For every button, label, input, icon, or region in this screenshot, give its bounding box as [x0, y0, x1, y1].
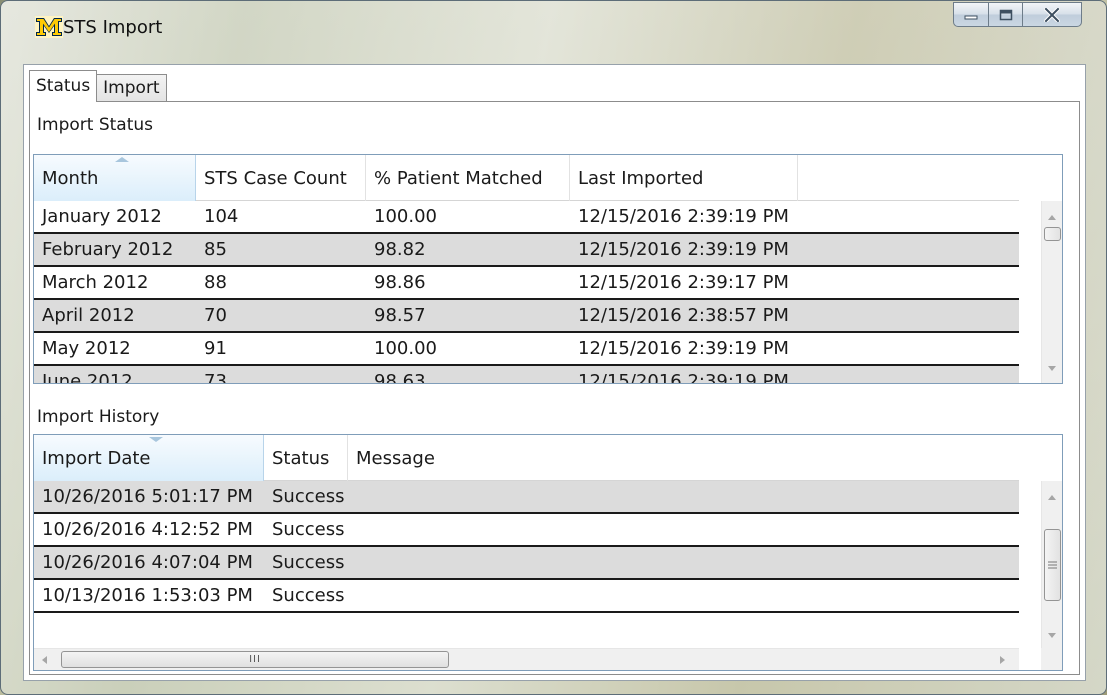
sort-descending-icon — [148, 437, 163, 442]
tab-status[interactable]: Status — [29, 70, 98, 102]
cell-month: March 2012 — [42, 272, 149, 293]
table-row[interactable]: 10/13/2016 1:53:03 PM Success — [34, 580, 1019, 613]
grip-icon — [1048, 561, 1057, 569]
window-title: STS Import — [63, 17, 163, 38]
column-header-status[interactable]: Status — [264, 435, 348, 481]
cell-patient-matched: 100.00 — [374, 206, 437, 227]
cell-case-count: 104 — [204, 206, 239, 227]
cell-message — [362, 580, 1012, 611]
cell-import-date: 10/13/2016 1:53:03 PM — [42, 585, 253, 606]
cell-message — [362, 514, 1012, 545]
import-status-rows: January 2012 104 100.00 12/15/2016 2:39:… — [34, 201, 1019, 384]
import-history-horizontal-scrollbar[interactable]: III — [34, 648, 1019, 670]
column-header-case-count[interactable]: STS Case Count — [196, 155, 366, 201]
title-bar[interactable]: STS Import — [1, 1, 1106, 41]
cell-last-imported: 12/15/2016 2:39:19 PM — [578, 338, 789, 359]
import-history-label: Import History — [37, 407, 160, 427]
scroll-up-icon[interactable] — [1048, 215, 1056, 220]
cell-import-date: 10/26/2016 4:07:04 PM — [42, 552, 253, 573]
table-row[interactable]: May 2012 91 100.00 12/15/2016 2:39:19 PM — [34, 333, 1019, 366]
scroll-thumb[interactable] — [1044, 529, 1061, 601]
sort-ascending-icon — [114, 157, 129, 162]
import-status-grid: Month STS Case Count % Patient Matched L… — [33, 154, 1063, 384]
maximize-icon — [999, 9, 1012, 20]
cell-case-count: 91 — [204, 338, 227, 359]
cell-import-date: 10/26/2016 4:12:52 PM — [42, 519, 253, 540]
table-row[interactable]: 10/26/2016 5:01:17 PM Success — [34, 481, 1019, 514]
minimize-icon — [964, 15, 978, 19]
cell-month: June 2012 — [42, 371, 133, 384]
cell-month: April 2012 — [42, 305, 135, 326]
cell-month: February 2012 — [42, 239, 174, 260]
cell-last-imported: 12/15/2016 2:39:19 PM — [578, 239, 789, 260]
table-row[interactable]: 10/26/2016 4:12:52 PM Success — [34, 514, 1019, 547]
import-history-vertical-scrollbar[interactable] — [1041, 481, 1062, 648]
tab-import[interactable]: Import — [96, 74, 167, 102]
import-status-vertical-scrollbar[interactable] — [1041, 201, 1062, 383]
column-header-month[interactable]: Month — [34, 155, 196, 201]
close-button[interactable] — [1022, 2, 1082, 27]
column-header-month-label: Month — [42, 168, 99, 189]
cell-last-imported: 12/15/2016 2:39:17 PM — [578, 272, 789, 293]
cell-case-count: 88 — [204, 272, 227, 293]
cell-last-imported: 12/15/2016 2:38:57 PM — [578, 305, 789, 326]
cell-patient-matched: 98.57 — [374, 305, 426, 326]
column-header-filler — [798, 155, 1019, 201]
close-icon — [1044, 7, 1060, 22]
scroll-down-icon[interactable] — [1048, 633, 1056, 638]
cell-patient-matched: 100.00 — [374, 338, 437, 359]
cell-status: Success — [272, 585, 345, 606]
import-history-rows: 10/26/2016 5:01:17 PM Success 10/26/2016… — [34, 481, 1019, 649]
cell-month: January 2012 — [42, 206, 162, 227]
caption-buttons — [953, 2, 1082, 27]
column-header-last-imported[interactable]: Last Imported — [570, 155, 798, 201]
column-header-import-date[interactable]: Import Date — [34, 435, 264, 481]
maximize-button[interactable] — [988, 2, 1022, 27]
scrollbar-corner — [1041, 648, 1062, 670]
scroll-down-icon[interactable] — [1048, 366, 1056, 371]
scroll-left-icon[interactable] — [42, 656, 47, 664]
block-m-logo-icon — [34, 14, 64, 40]
cell-status: Success — [272, 552, 345, 573]
column-header-import-date-label: Import Date — [42, 448, 151, 469]
scroll-up-icon[interactable] — [1048, 495, 1056, 500]
cell-message — [362, 547, 1012, 578]
table-row[interactable]: March 2012 88 98.86 12/15/2016 2:39:17 P… — [34, 267, 1019, 300]
import-history-grid: Import Date Status Message 10/26/2016 5:… — [33, 434, 1063, 671]
table-row[interactable]: February 2012 85 98.82 12/15/2016 2:39:1… — [34, 234, 1019, 267]
cell-import-date: 10/26/2016 5:01:17 PM — [42, 486, 253, 507]
scroll-thumb[interactable] — [1044, 227, 1061, 241]
column-header-patient-matched[interactable]: % Patient Matched — [366, 155, 570, 201]
cell-status: Success — [272, 519, 345, 540]
tab-strip: Status Import — [29, 70, 167, 102]
cell-last-imported: 12/15/2016 2:39:19 PM — [578, 371, 789, 384]
import-history-header: Import Date Status Message — [34, 435, 1019, 481]
table-row[interactable]: 10/26/2016 4:07:04 PM Success — [34, 547, 1019, 580]
column-header-message[interactable]: Message — [348, 435, 1019, 481]
cell-message — [362, 481, 1012, 512]
scroll-right-icon[interactable] — [1000, 656, 1005, 664]
client-area: Status Import Import Status Month STS Ca… — [23, 64, 1086, 681]
table-row[interactable]: April 2012 70 98.57 12/15/2016 2:38:57 P… — [34, 300, 1019, 333]
cell-patient-matched: 98.86 — [374, 272, 426, 293]
status-tab-panel: Import Status Month STS Case Count % Pat… — [29, 101, 1080, 675]
table-row[interactable]: June 2012 73 98.63 12/15/2016 2:39:19 PM — [34, 366, 1019, 384]
cell-status: Success — [272, 486, 345, 507]
import-status-label: Import Status — [37, 115, 153, 135]
horizontal-scroll-thumb[interactable]: III — [61, 651, 449, 668]
cell-month: May 2012 — [42, 338, 131, 359]
cell-patient-matched: 98.82 — [374, 239, 426, 260]
minimize-button[interactable] — [953, 2, 988, 27]
sts-import-window: STS Import Status Import Import Status M… — [0, 0, 1107, 695]
table-row[interactable]: January 2012 104 100.00 12/15/2016 2:39:… — [34, 201, 1019, 234]
import-status-header: Month STS Case Count % Patient Matched L… — [34, 155, 1019, 201]
cell-case-count: 85 — [204, 239, 227, 260]
cell-last-imported: 12/15/2016 2:39:19 PM — [578, 206, 789, 227]
cell-case-count: 73 — [204, 371, 227, 384]
cell-case-count: 70 — [204, 305, 227, 326]
cell-patient-matched: 98.63 — [374, 371, 426, 384]
